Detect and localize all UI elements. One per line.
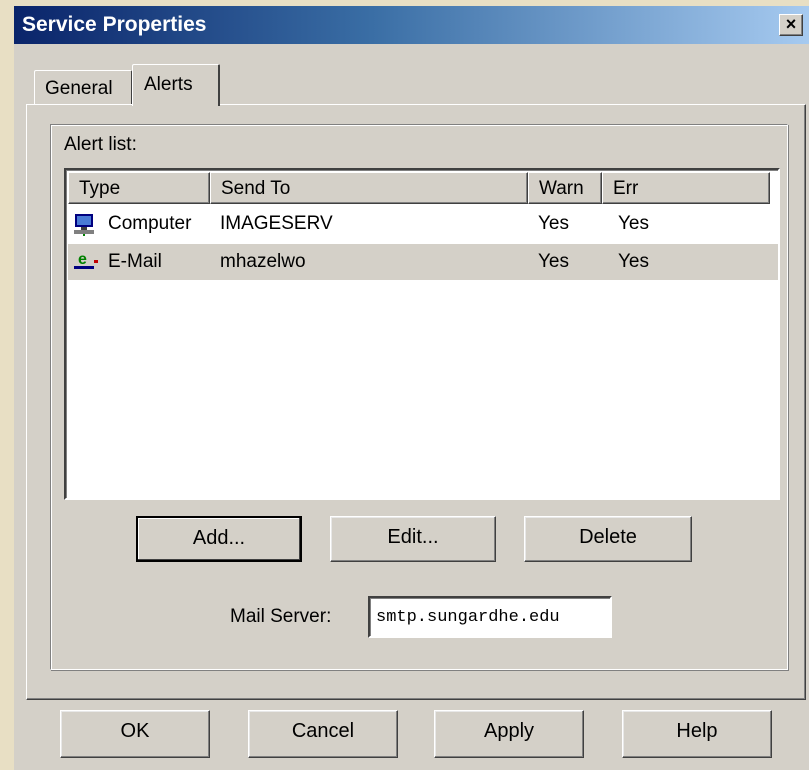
delete-button[interactable]: Delete <box>524 516 692 562</box>
list-header: Type Send To Warn Err <box>68 172 778 204</box>
edit-button[interactable]: Edit... <box>330 516 496 562</box>
email-icon: e <box>72 249 100 279</box>
cell-type: E-Mail <box>108 251 162 272</box>
cell-send-to: mhazelwo <box>220 251 306 272</box>
alert-list-label: Alert list: <box>64 134 137 155</box>
tab-general-label: General <box>45 78 113 99</box>
computer-icon <box>72 212 96 242</box>
cell-type: Computer <box>108 213 192 234</box>
list-item[interactable]: e E-Mail mhazelwo Yes Yes <box>68 244 778 280</box>
mail-server-label: Mail Server: <box>230 606 332 627</box>
cancel-button[interactable]: Cancel <box>248 710 398 758</box>
tab-alerts-label: Alerts <box>144 74 193 95</box>
column-header-err[interactable]: Err <box>602 172 770 204</box>
cell-warn: Yes <box>538 213 569 234</box>
help-button[interactable]: Help <box>622 710 772 758</box>
cell-err: Yes <box>618 251 649 272</box>
close-icon: × <box>785 14 797 34</box>
column-header-warn[interactable]: Warn <box>528 172 602 204</box>
window-title: Service Properties <box>22 13 207 36</box>
tab-general[interactable]: General <box>34 70 132 104</box>
service-properties-dialog: Service Properties × General Alerts Aler… <box>14 6 809 770</box>
alert-list[interactable]: Type Send To Warn Err Computer IMAGESERV… <box>64 168 780 500</box>
apply-button[interactable]: Apply <box>434 710 584 758</box>
column-header-type[interactable]: Type <box>68 172 210 204</box>
mail-server-field[interactable]: smtp.sungardhe.edu <box>368 596 612 638</box>
title-bar[interactable]: Service Properties × <box>14 6 809 44</box>
column-header-send-to[interactable]: Send To <box>210 172 528 204</box>
list-item[interactable]: Computer IMAGESERV Yes Yes <box>68 206 778 242</box>
cell-send-to: IMAGESERV <box>220 213 333 234</box>
close-button[interactable]: × <box>779 14 803 36</box>
cell-warn: Yes <box>538 251 569 272</box>
tab-alerts[interactable]: Alerts <box>132 64 220 106</box>
ok-button[interactable]: OK <box>60 710 210 758</box>
cell-err: Yes <box>618 213 649 234</box>
svg-text:e: e <box>78 251 87 268</box>
add-button[interactable]: Add... <box>136 516 302 562</box>
